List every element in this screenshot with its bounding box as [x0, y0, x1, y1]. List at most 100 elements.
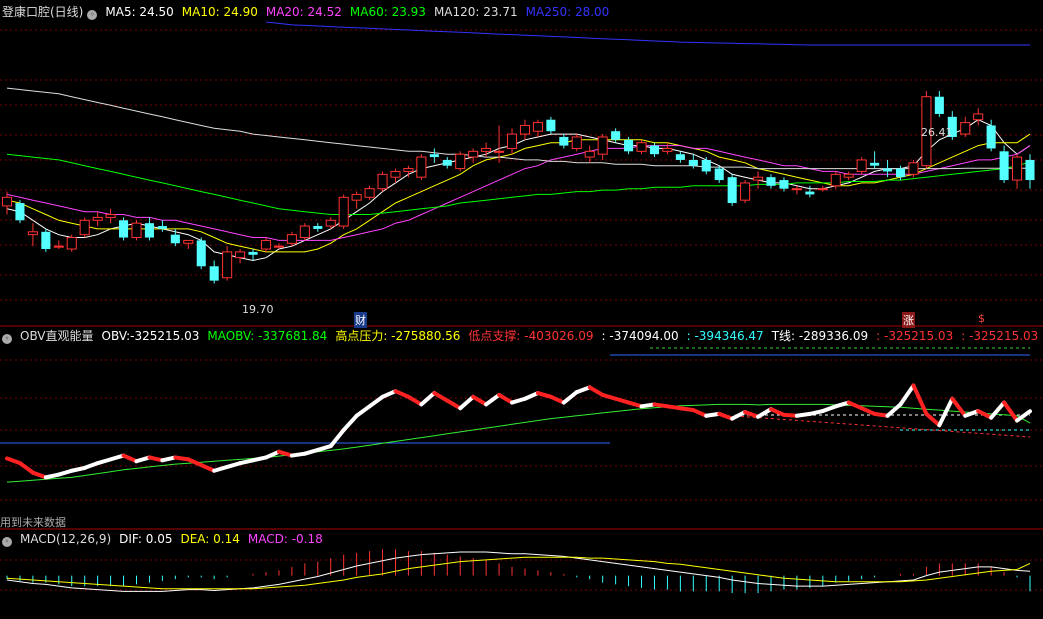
candle-body-up — [740, 182, 751, 201]
obv-segment — [95, 457, 113, 466]
obv-segment — [82, 461, 100, 470]
obv-segment — [56, 468, 74, 477]
indicator-menu-icon[interactable]: ◦ — [2, 537, 12, 547]
candle-body-down — [714, 168, 724, 181]
candle-body-up — [27, 231, 38, 236]
ma-legend-item: MA5: 24.50 — [105, 5, 174, 19]
macd-indicator-name[interactable]: MACD(12,26,9) — [20, 532, 111, 546]
obv-indicator-name[interactable]: OBV直观能量 — [20, 329, 94, 343]
obv-legend-item: MAOBV: -337681.84 — [207, 329, 328, 343]
high-price-label: 26.41 — [921, 126, 953, 139]
obv-segment — [535, 391, 553, 399]
obv-segment — [432, 391, 450, 403]
rise-marker[interactable]: 涨 — [902, 312, 915, 328]
candle-body-up — [571, 136, 582, 149]
ma-line-ma10 — [6, 133, 1031, 253]
ma-legend-item: MA250: 28.00 — [525, 5, 610, 19]
candle-body-down — [805, 191, 815, 195]
obv-segment — [302, 447, 320, 456]
candle-body-down — [766, 177, 776, 186]
candle-body-up — [403, 168, 414, 172]
candle-body-down — [688, 159, 698, 166]
obv-segment — [341, 413, 359, 432]
candle-body-up — [235, 251, 246, 259]
candle-body-up — [455, 153, 466, 170]
stock-chart[interactable] — [0, 0, 1043, 619]
candle-body-up — [131, 222, 142, 239]
candle-body-down — [934, 96, 944, 114]
candle-body-up — [960, 122, 971, 135]
candle-body-up — [532, 122, 543, 132]
candle-body-up — [105, 214, 116, 218]
obv-segment — [445, 398, 463, 411]
candle-body-down — [701, 159, 711, 172]
candle-body-up — [364, 188, 375, 198]
obv-segment — [276, 449, 294, 458]
candle-body-up — [908, 162, 919, 175]
candle-body-down — [170, 234, 180, 244]
macd-legend-item: DEA: 0.14 — [180, 532, 240, 546]
obv-segment — [820, 404, 838, 414]
candle-body-down — [870, 162, 880, 166]
candle-body-up — [325, 219, 336, 227]
candle-body-down — [675, 154, 685, 160]
obv-legend-item: : -394346.47 — [686, 329, 764, 343]
ma-legend-item: MA120: 23.71 — [433, 5, 518, 19]
candle-body-up — [753, 176, 764, 181]
obv-segment — [691, 408, 709, 418]
dollar-marker[interactable]: $ — [978, 312, 985, 325]
indicator-menu-icon[interactable]: ◦ — [2, 334, 12, 344]
candle-body-up — [519, 124, 531, 135]
obv-segment — [471, 394, 489, 407]
obv-segment — [717, 411, 735, 421]
macd-header: ◦ MACD(12,26,9) DIF: 0.05 DEA: 0.14 MACD: -0… — [2, 531, 339, 547]
obv-segment — [769, 407, 786, 417]
candle-body-down — [883, 168, 893, 172]
ma-legend: MA5: 24.50 MA10: 24.90 MA20: 24.52 MA60: 23… — [105, 5, 617, 19]
obv-legend-item: T线: -289336.09 — [771, 329, 869, 343]
candle-body-up — [273, 245, 284, 248]
obv-segment — [134, 455, 152, 464]
candle-body-down — [546, 119, 556, 132]
candle-body-up — [286, 234, 297, 244]
candle-body-up — [1012, 156, 1023, 181]
price-header: 登康口腔(日线) ◦ MA5: 24.50 MA10: 24.90 MA20: 24.5… — [2, 4, 625, 20]
obv-segment — [911, 383, 929, 416]
obv-segment — [561, 390, 579, 405]
obv-segment — [976, 409, 994, 420]
macd-legend-item: MACD: -0.18 — [247, 532, 323, 546]
obv-segment — [937, 396, 955, 428]
candle-body-up — [817, 188, 828, 191]
candle-body-up — [468, 150, 479, 158]
candle-body-up — [494, 150, 505, 153]
obv-segment — [626, 400, 644, 409]
ma-legend-item: MA20: 24.52 — [265, 5, 342, 19]
finance-marker[interactable]: 财 — [354, 312, 367, 328]
candle-body-up — [66, 237, 77, 250]
macd-legend: DIF: 0.05 DEA: 0.14 MACD: -0.18 — [119, 532, 331, 546]
stock-title[interactable]: 登康口腔(日线) — [2, 5, 83, 19]
candle-body-up — [338, 196, 349, 227]
candle-body-up — [506, 133, 518, 149]
candle-body-up — [299, 225, 310, 239]
obv-segment — [5, 456, 22, 466]
candle-body-down — [41, 231, 51, 250]
candle-body-down — [611, 131, 621, 140]
obv-legend: OBV:-325215.03 MAOBV: -337681.84 高点压力: -27… — [102, 329, 1043, 343]
obv-segment — [600, 392, 618, 401]
obv-segment — [574, 385, 592, 395]
candle-body-up — [791, 188, 802, 191]
candle-body-up — [351, 193, 362, 201]
candle-body-up — [377, 173, 388, 190]
candle-body-down — [999, 151, 1009, 181]
obv-segment — [497, 392, 515, 405]
obv-segment — [354, 404, 372, 418]
candle-body-up — [416, 156, 427, 178]
candle-body-down — [986, 125, 996, 149]
dea-line — [6, 556, 1031, 590]
candle-body-up — [584, 150, 595, 158]
settings-icon[interactable]: ◦ — [87, 10, 98, 20]
obv-segment — [859, 406, 877, 416]
obv-segment — [846, 400, 864, 411]
candle-body-down — [144, 223, 154, 238]
